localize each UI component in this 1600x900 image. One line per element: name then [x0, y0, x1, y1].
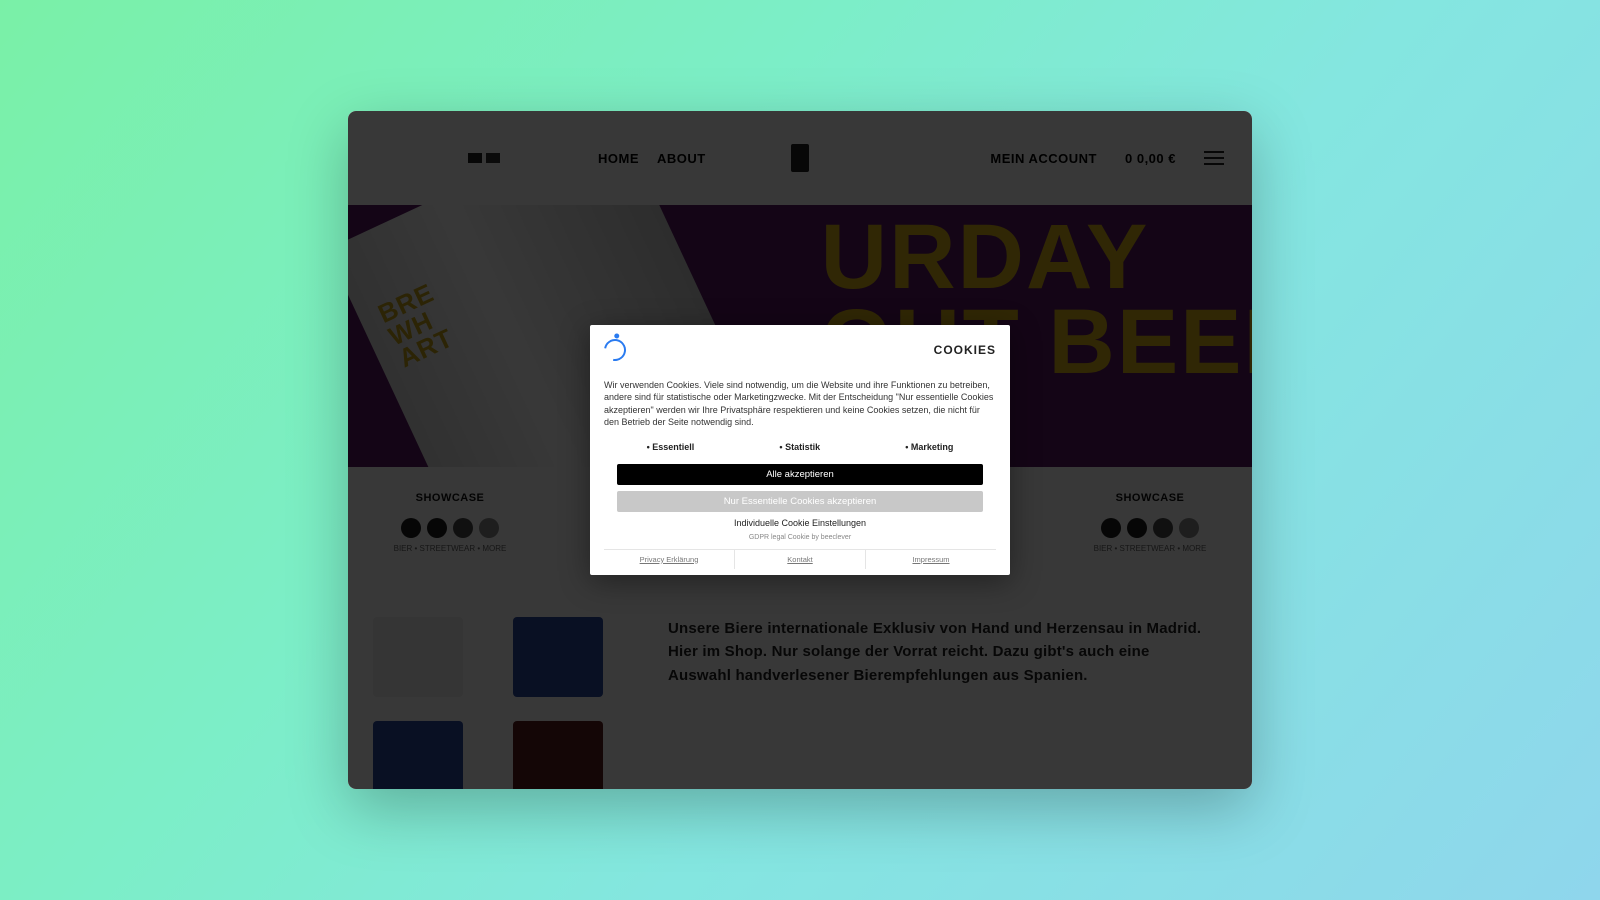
cookie-settings-link[interactable]: Individuelle Cookie Einstellungen [604, 518, 996, 528]
cookie-logo-icon [600, 335, 631, 366]
cookie-dialog-text: Wir verwenden Cookies. Viele sind notwen… [604, 379, 996, 428]
cookie-footer-links: Privacy Erklärung Kontakt Impressum [604, 549, 996, 569]
modal-overlay: COOKIES Wir verwenden Cookies. Viele sin… [348, 111, 1252, 789]
cookie-consent-dialog: COOKIES Wir verwenden Cookies. Viele sin… [590, 325, 1010, 575]
browser-window: HOME ABOUT MEIN ACCOUNT 0 0,00 € BRE WH … [348, 111, 1252, 789]
accept-all-button[interactable]: Alle akzeptieren [617, 464, 983, 485]
cookie-category-essential: Essentiell [647, 442, 695, 452]
imprint-link[interactable]: Impressum [866, 550, 996, 569]
cookie-category-statistic: Statistik [779, 442, 820, 452]
privacy-link[interactable]: Privacy Erklärung [604, 550, 735, 569]
cookie-categories: Essentiell Statistik Marketing [604, 442, 996, 452]
contact-link[interactable]: Kontakt [735, 550, 866, 569]
cookie-category-marketing: Marketing [905, 442, 953, 452]
cookie-dialog-title: COOKIES [934, 343, 996, 357]
accept-essential-button[interactable]: Nur Essentielle Cookies akzeptieren [617, 491, 983, 512]
cookie-attribution: GDPR legal Cookie by beeclever [604, 534, 996, 541]
